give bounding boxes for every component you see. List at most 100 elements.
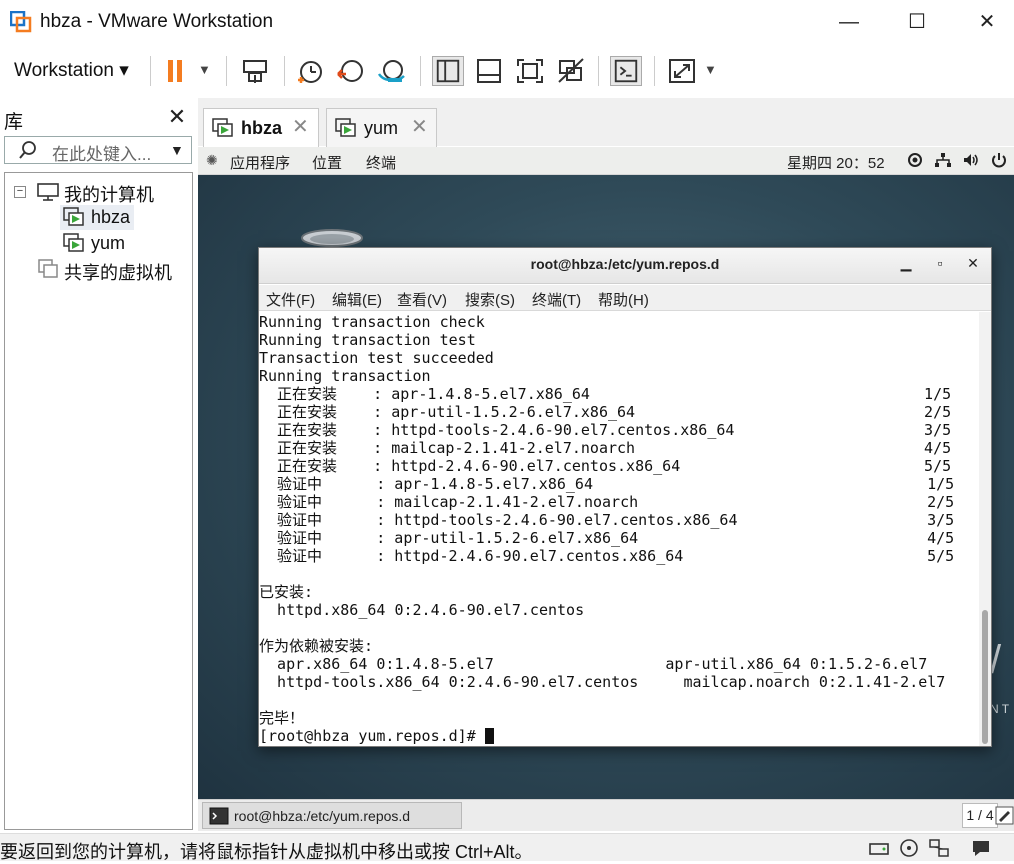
workstation-menu[interactable]: Workstation ▾ (14, 59, 129, 82)
terminal-menu-search[interactable]: 搜索(S) (465, 289, 515, 310)
vm-running-icon (335, 118, 356, 137)
message-log-icon[interactable] (970, 838, 992, 858)
terminal-line: 验证中 : httpd-2.4.6-90.el7.centos.x86_64 5… (259, 547, 955, 565)
desktop-watermark-logo: / N T (990, 638, 1010, 716)
tree-item-yum[interactable]: yum (91, 233, 125, 254)
tree-item-hbza[interactable]: hbza (91, 207, 130, 228)
trash-desktop-icon[interactable] (300, 228, 364, 248)
terminal-line: 完毕！ (259, 709, 305, 727)
terminal-app-icon (209, 807, 229, 825)
network-icon[interactable] (934, 151, 952, 169)
terminal-menu-view[interactable]: 查看(V) (397, 289, 447, 310)
terminal-line: 验证中 : mailcap-2.1.41-2.el7.noarch 2/5 (259, 493, 955, 511)
terminal-line: Transaction test succeeded (259, 349, 494, 367)
window-title: hbza - VMware Workstation (40, 11, 274, 32)
console-view-icon[interactable] (610, 56, 642, 86)
terminal-line: 作为依赖被安装: (259, 637, 374, 655)
toolbar (0, 44, 1014, 96)
terminal-line: Running transaction test (259, 331, 476, 349)
terminal-maximize-button[interactable]: ▫ (931, 255, 949, 271)
terminal-close-button[interactable]: ✕ (964, 255, 982, 272)
minimize-button[interactable]: — (834, 8, 864, 36)
terminal-title: root@hbza:/etc/yum.repos.d (530, 256, 720, 272)
terminal-line: httpd.x86_64 0:2.4.6-90.el7.centos (259, 601, 585, 619)
menu-terminal[interactable]: 终端 (366, 152, 396, 173)
terminal-line: Running transaction check (259, 313, 485, 331)
status-hint: 要返回到您的计算机，请将鼠标指针从虚拟机中移出或按 Ctrl+Alt。 (0, 842, 533, 862)
terminal-line: 正在安装 : httpd-tools-2.4.6-90.el7.centos.x… (259, 421, 952, 439)
close-window-button[interactable]: ✕ (972, 8, 1002, 36)
terminal-menu-terminal[interactable]: 终端(T) (532, 289, 581, 310)
terminal-menu-file[interactable]: 文件(F) (266, 289, 315, 310)
shared-vms-icon (38, 259, 58, 278)
terminal-prompt: [root@hbza yum.repos.d]# (259, 727, 485, 745)
tab-yum-label: yum (364, 118, 399, 138)
power-icon[interactable] (990, 151, 1008, 169)
vm-tab-strip (198, 98, 1014, 146)
terminal-line: 已安装: (259, 583, 314, 601)
guest-taskbar-item-label: root@hbza:/etc/yum.repos.d (234, 808, 411, 824)
vm-running-icon (63, 233, 84, 252)
guest-clock[interactable]: 星期四 20：52 (787, 152, 885, 173)
library-title: 库 (4, 112, 24, 133)
stretch-dropdown-icon[interactable]: ▼ (704, 62, 717, 77)
terminal-line: 正在安装 : apr-util-1.5.2-6.el7.x86_64 2/5 (259, 403, 952, 421)
menu-applications[interactable]: 应用程序 (230, 152, 290, 173)
network-adapter-icon[interactable] (928, 838, 950, 858)
tree-item-my-computer[interactable]: 我的计算机 (64, 181, 154, 207)
toolbar-separator (226, 56, 227, 86)
tab-hbza-label: hbza (241, 118, 283, 138)
terminal-menu-edit[interactable]: 编辑(E) (332, 289, 382, 310)
tree-item-shared-vms[interactable]: 共享的虚拟机 (64, 259, 172, 285)
terminal-line: 验证中 : apr-1.4.8-5.el7.x86_64 1/5 (259, 475, 955, 493)
terminal-line: apr.x86_64 0:1.4.8-5.el7 apr-util.x86_64… (259, 655, 928, 673)
maximize-button[interactable]: ☐ (902, 8, 932, 36)
workstation-menu-label: Workstation (14, 60, 114, 81)
cd-dvd-icon[interactable] (898, 838, 920, 858)
revert-snapshot-icon[interactable] (335, 56, 367, 86)
send-ctrl-alt-del-icon[interactable] (240, 56, 272, 86)
show-thumbnail-bar-icon[interactable] (473, 56, 505, 86)
terminal-line: 正在安装 : httpd-2.4.6-90.el7.centos.x86_64 … (259, 457, 952, 475)
pause-dropdown-icon[interactable]: ▼ (198, 62, 211, 77)
terminal-output[interactable]: Running transaction check Running transa… (259, 312, 977, 746)
volume-icon[interactable] (962, 151, 980, 169)
tab-close-icon[interactable]: ✕ (411, 114, 428, 139)
vm-running-icon (212, 118, 233, 137)
library-search-placeholder: 在此处键入... (52, 145, 152, 164)
toolbar-separator (654, 56, 655, 86)
terminal-line: Running transaction (259, 367, 431, 385)
full-screen-icon[interactable] (514, 56, 546, 86)
accessibility-icon[interactable] (906, 151, 924, 169)
pause-icon[interactable] (162, 56, 194, 86)
terminal-line: 验证中 : apr-util-1.5.2-6.el7.x86_64 4/5 (259, 529, 955, 547)
terminal-line: 验证中 : httpd-tools-2.4.6-90.el7.centos.x8… (259, 511, 955, 529)
notes-icon[interactable] (995, 806, 1014, 825)
terminal-cursor (484, 728, 494, 744)
unity-mode-icon[interactable] (555, 56, 587, 86)
tab-close-icon[interactable]: ✕ (292, 114, 309, 139)
vm-running-icon (63, 207, 84, 226)
terminal-scrollbar-thumb[interactable] (982, 610, 988, 744)
snapshot-icon[interactable] (294, 56, 326, 86)
vmware-app-icon (10, 11, 32, 33)
search-dropdown-icon[interactable]: ▼ (170, 142, 184, 158)
hard-disk-icon[interactable] (868, 838, 890, 858)
collapse-toggle-icon[interactable]: − (14, 186, 26, 198)
terminal-line: 正在安装 : mailcap-2.1.41-2.el7.noarch 4/5 (259, 439, 952, 457)
show-library-icon[interactable] (432, 56, 464, 86)
snapshot-manager-icon[interactable] (376, 56, 408, 86)
stretch-guest-icon[interactable] (666, 56, 698, 86)
library-close-button[interactable]: ✕ (166, 104, 188, 130)
applications-icon: ✺ (206, 152, 218, 168)
my-computer-icon (37, 183, 59, 201)
terminal-minimize-button[interactable]: ▁ (897, 255, 915, 272)
toolbar-separator (284, 56, 285, 86)
terminal-line: 正在安装 : apr-1.4.8-5.el7.x86_64 1/5 (259, 385, 952, 403)
toolbar-separator (150, 56, 151, 86)
terminal-prompt-line[interactable]: [root@hbza yum.repos.d]# (259, 727, 494, 745)
terminal-line: httpd-tools.x86_64 0:2.4.6-90.el7.centos… (259, 673, 946, 691)
menu-places[interactable]: 位置 (312, 152, 342, 173)
terminal-menu-help[interactable]: 帮助(H) (598, 289, 649, 310)
workspace-pager[interactable]: 1 / 4 (962, 803, 998, 828)
